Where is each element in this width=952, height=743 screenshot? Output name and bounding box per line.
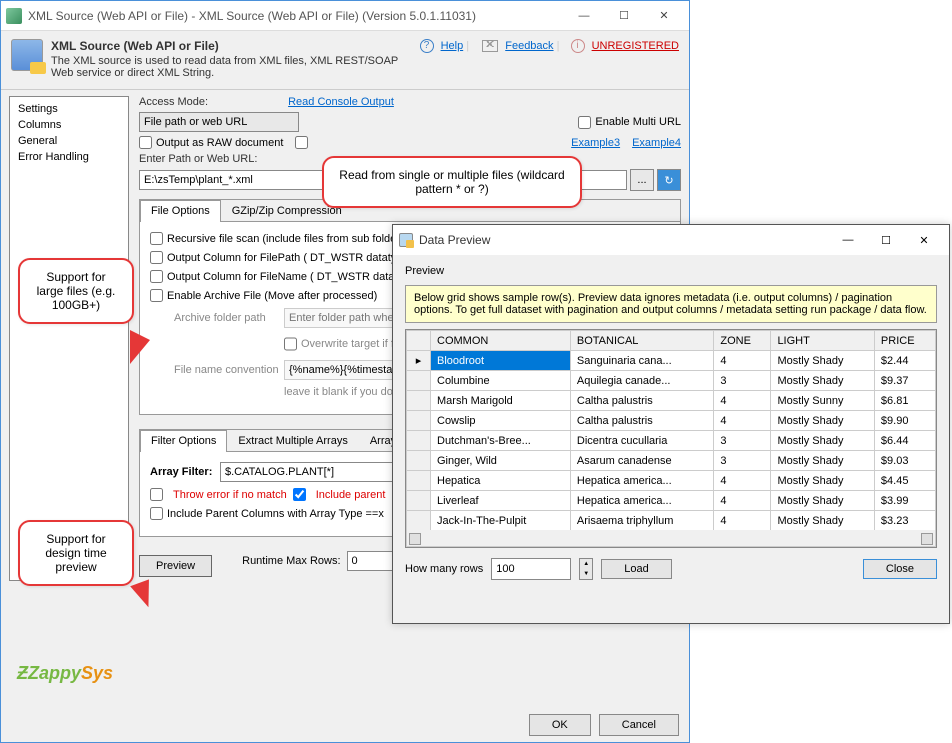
preview-note: Below grid shows sample row(s). Preview … bbox=[405, 285, 937, 323]
ok-button[interactable]: OK bbox=[529, 714, 591, 736]
help-link[interactable]: Help bbox=[441, 40, 464, 52]
access-mode-select[interactable] bbox=[139, 112, 299, 132]
runtime-rows-label: Runtime Max Rows: bbox=[242, 555, 340, 567]
preview-minimize-button[interactable]: — bbox=[829, 226, 867, 254]
help-icon: ? bbox=[420, 39, 434, 53]
zappysys-logo: ƵZappySys bbox=[17, 663, 113, 684]
cancel-button[interactable]: Cancel bbox=[599, 714, 679, 736]
page-title: XML Source (Web API or File) bbox=[51, 39, 412, 53]
table-row[interactable]: Marsh MarigoldCaltha palustris4Mostly Su… bbox=[407, 391, 936, 411]
unregistered-link[interactable]: UNREGISTERED bbox=[592, 40, 679, 52]
table-row[interactable]: Dutchman's-Bree...Dicentra cucullaria3Mo… bbox=[407, 431, 936, 451]
header-links: ? Help | Feedback | i UNREGISTERED bbox=[412, 39, 680, 53]
preview-window-title: Data Preview bbox=[419, 233, 829, 247]
table-row[interactable]: CowslipCaltha palustris4Mostly Shady$9.9… bbox=[407, 411, 936, 431]
grid-header[interactable]: ZONE bbox=[714, 331, 771, 351]
tab-file-options[interactable]: File Options bbox=[140, 200, 221, 222]
how-many-rows-label: How many rows bbox=[405, 563, 483, 575]
tab-filter-options[interactable]: Filter Options bbox=[140, 430, 227, 452]
preview-hscroll[interactable] bbox=[406, 530, 936, 547]
tab-extract-arrays[interactable]: Extract Multiple Arrays bbox=[227, 430, 358, 451]
archive-checkbox[interactable] bbox=[150, 289, 163, 302]
sidebar-item-general[interactable]: General bbox=[14, 133, 124, 149]
rows-spinner[interactable]: ▲▼ bbox=[579, 558, 593, 580]
filepath-col-label: Output Column for FilePath ( DT_WSTR dat… bbox=[167, 252, 415, 264]
callout-wildcard: Read from single or multiple files (wild… bbox=[322, 156, 582, 208]
table-row[interactable]: LiverleafHepatica america...4Mostly Shad… bbox=[407, 491, 936, 511]
enable-multi-checkbox[interactable] bbox=[578, 116, 591, 129]
sidebar-item-columns[interactable]: Columns bbox=[14, 117, 124, 133]
table-row[interactable]: HepaticaHepatica america...4Mostly Shady… bbox=[407, 471, 936, 491]
output-raw-checkbox[interactable] bbox=[139, 136, 152, 149]
archive-folder-label: Archive folder path bbox=[174, 312, 284, 324]
throw-error-checkbox[interactable] bbox=[150, 488, 163, 501]
raw-extra-checkbox[interactable] bbox=[295, 136, 308, 149]
recursive-checkbox[interactable] bbox=[150, 232, 163, 245]
archive-label: Enable Archive File (Move after processe… bbox=[167, 290, 377, 302]
enable-multi-label: Enable Multi URL bbox=[595, 116, 681, 128]
example4-link[interactable]: Example4 bbox=[632, 137, 681, 149]
browse-button[interactable]: ... bbox=[630, 169, 654, 191]
sidebar-item-error[interactable]: Error Handling bbox=[14, 149, 124, 165]
close-button[interactable]: ✕ bbox=[644, 2, 684, 30]
component-icon bbox=[11, 39, 43, 71]
array-filter-label: Array Filter: bbox=[150, 466, 220, 478]
callout-preview: Support for design time preview bbox=[18, 520, 134, 586]
titlebar: XML Source (Web API or File) - XML Sourc… bbox=[1, 1, 689, 31]
grid-header[interactable]: PRICE bbox=[874, 331, 935, 351]
filename-col-checkbox[interactable] bbox=[150, 270, 163, 283]
table-row[interactable]: Ginger, WildAsarum canadense3Mostly Shad… bbox=[407, 451, 936, 471]
recursive-label: Recursive file scan (include files from … bbox=[167, 233, 409, 245]
preview-grid[interactable]: COMMONBOTANICALZONELIGHTPRICE▸BloodrootS… bbox=[405, 329, 937, 548]
grid-header[interactable]: LIGHT bbox=[771, 331, 874, 351]
sidebar-item-settings[interactable]: Settings bbox=[14, 101, 124, 117]
window-title: XML Source (Web API or File) - XML Sourc… bbox=[28, 9, 564, 23]
maximize-button[interactable]: ☐ bbox=[604, 2, 644, 30]
example3-link[interactable]: Example3 bbox=[571, 137, 620, 149]
access-mode-label: Access Mode: bbox=[139, 96, 208, 108]
how-many-rows-input[interactable] bbox=[491, 558, 571, 580]
preview-close-button[interactable]: ✕ bbox=[905, 226, 943, 254]
throw-error-label: Throw error if no match bbox=[173, 489, 287, 501]
preview-close-footer-button[interactable]: Close bbox=[863, 559, 937, 579]
grid-header[interactable]: BOTANICAL bbox=[570, 331, 714, 351]
app-icon bbox=[6, 8, 22, 24]
header: XML Source (Web API or File) The XML sou… bbox=[1, 31, 689, 87]
preview-button[interactable]: Preview bbox=[139, 555, 212, 577]
info-icon: i bbox=[571, 39, 585, 53]
read-console-link[interactable]: Read Console Output bbox=[288, 96, 394, 108]
preview-subtitle: Preview bbox=[405, 265, 937, 277]
enter-path-label: Enter Path or Web URL: bbox=[139, 153, 257, 165]
include-parent-cols-checkbox[interactable] bbox=[150, 507, 163, 520]
data-preview-window: Data Preview — ☐ ✕ Preview Below grid sh… bbox=[392, 224, 950, 624]
include-parent-checkbox[interactable] bbox=[293, 488, 306, 501]
refresh-button[interactable]: ↻ bbox=[657, 169, 681, 191]
table-row[interactable]: ▸BloodrootSanguinaria cana...4Mostly Sha… bbox=[407, 351, 936, 371]
minimize-button[interactable]: — bbox=[564, 2, 604, 30]
sidebar: Settings Columns General Error Handling bbox=[9, 96, 129, 581]
feedback-link[interactable]: Feedback bbox=[505, 40, 553, 52]
callout-large-files: Support for large files (e.g. 100GB+) bbox=[18, 258, 134, 324]
divider bbox=[1, 89, 689, 90]
filepath-col-checkbox[interactable] bbox=[150, 251, 163, 264]
overwrite-checkbox[interactable] bbox=[284, 334, 297, 354]
include-parent-label: Include parent bbox=[316, 489, 386, 501]
feedback-icon bbox=[482, 40, 498, 52]
load-button[interactable]: Load bbox=[601, 559, 671, 579]
grid-header[interactable]: COMMON bbox=[431, 331, 571, 351]
runtime-rows-input[interactable] bbox=[347, 551, 397, 571]
preview-maximize-button[interactable]: ☐ bbox=[867, 226, 905, 254]
preview-window-icon bbox=[399, 233, 413, 247]
page-description: The XML source is used to read data from… bbox=[51, 55, 412, 79]
output-raw-label: Output as RAW document bbox=[156, 137, 283, 149]
include-parent-cols-label: Include Parent Columns with Array Type =… bbox=[167, 508, 384, 520]
table-row[interactable]: ColumbineAquilegia canade...3Mostly Shad… bbox=[407, 371, 936, 391]
filename-col-label: Output Column for FileName ( DT_WSTR dat… bbox=[167, 271, 422, 283]
table-row[interactable]: Jack-In-The-PulpitArisaema triphyllum4Mo… bbox=[407, 511, 936, 531]
filename-convention-label: File name convention bbox=[174, 364, 284, 376]
